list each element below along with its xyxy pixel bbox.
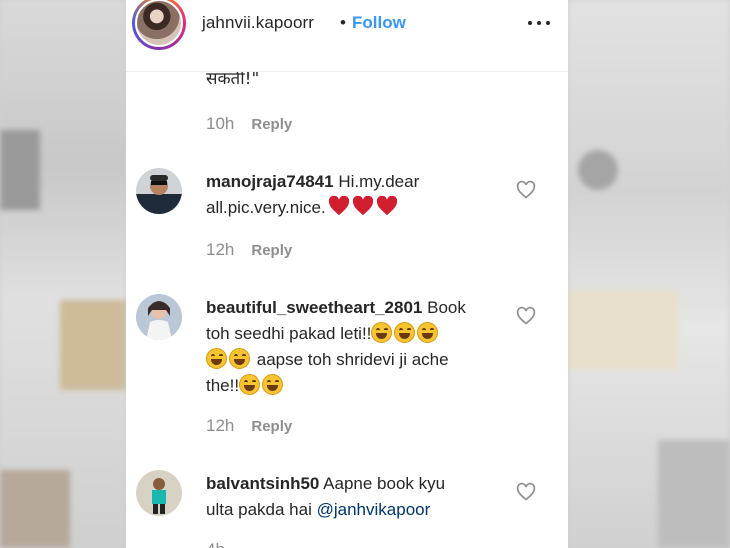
reply-button[interactable]: Reply — [251, 418, 292, 435]
poster-username[interactable]: jahnvii.kapoorr — [202, 13, 314, 33]
commenter-username[interactable]: balvantsinh50 — [206, 474, 319, 493]
user-mention-link[interactable]: @janhvikapoor — [317, 500, 431, 519]
commenter-username[interactable]: manojraja74841 — [206, 172, 334, 191]
commenter-username[interactable]: beautiful_sweetheart_2801 — [206, 298, 422, 317]
comment-item: balvantsinh50 Aapne book kyu ulta pakda … — [126, 466, 568, 548]
laughing-emoji — [239, 374, 261, 395]
commenter-avatar[interactable] — [136, 470, 182, 516]
heart-outline-icon[interactable] — [516, 180, 536, 200]
comment-timestamp: 10h — [206, 114, 235, 133]
laughing-emoji — [371, 322, 393, 343]
commenter-avatar[interactable] — [136, 294, 182, 340]
red-heart-emoji — [326, 196, 398, 217]
comment-text: manojraja74841 Hi.my.dear all.pic.very.n… — [206, 169, 506, 221]
follow-button[interactable]: Follow — [352, 13, 406, 33]
comment-timestamp: 12h — [206, 240, 235, 259]
commenter-avatar[interactable] — [136, 168, 182, 214]
comment-meta: 4h — [206, 540, 225, 548]
comment-body-line1: Book — [427, 298, 466, 317]
comment-body-line1: Aapne book kyu — [323, 474, 446, 493]
laughing-emoji — [394, 322, 416, 343]
post-comments-card: jahnvii.kapoorr • Follow सकती!" 10h Repl… — [126, 0, 568, 548]
comment-text: balvantsinh50 Aapne book kyu ulta pakda … — [206, 471, 506, 523]
heart-outline-icon[interactable] — [516, 306, 536, 326]
comment-timestamp: 12h — [206, 416, 235, 435]
more-options-icon[interactable] — [526, 12, 556, 32]
blurred-background-right — [568, 0, 730, 548]
laughing-emoji — [229, 348, 250, 369]
poster-avatar[interactable] — [132, 0, 186, 50]
comment-body-line4: the!! — [206, 376, 240, 395]
reply-button[interactable]: Reply — [251, 116, 292, 133]
previous-comment-meta: 10h Reply — [206, 114, 292, 134]
header-separator: • — [340, 13, 346, 32]
comment-body-line3: aapse toh shridevi ji ache — [256, 350, 449, 369]
comment-body-line2: all.pic.very.nice. — [206, 198, 326, 217]
blurred-background-left — [0, 0, 126, 548]
comment-body-line1: Hi.my.dear — [338, 172, 420, 191]
comment-body-line2: ulta pakda hai — [206, 500, 312, 519]
comment-meta: 12h Reply — [206, 416, 292, 436]
heart-outline-icon[interactable] — [516, 482, 536, 502]
comment-meta: 12h Reply — [206, 240, 292, 260]
comment-body-line2: toh seedhi pakad leti!! — [206, 324, 372, 343]
reply-button[interactable]: Reply — [251, 242, 292, 259]
comment-item: manojraja74841 Hi.my.dear all.pic.very.n… — [126, 164, 568, 274]
comment-item: beautiful_sweetheart_2801 Book toh seedh… — [126, 290, 568, 450]
screenshot-stage: jahnvii.kapoorr • Follow सकती!" 10h Repl… — [0, 0, 730, 548]
comment-text: beautiful_sweetheart_2801 Book toh seedh… — [206, 295, 506, 399]
post-header: jahnvii.kapoorr • Follow — [126, 0, 568, 72]
laughing-emoji — [262, 374, 284, 395]
laughing-emoji — [206, 348, 227, 369]
comment-timestamp: 4h — [206, 540, 225, 548]
laughing-emoji — [417, 322, 439, 343]
